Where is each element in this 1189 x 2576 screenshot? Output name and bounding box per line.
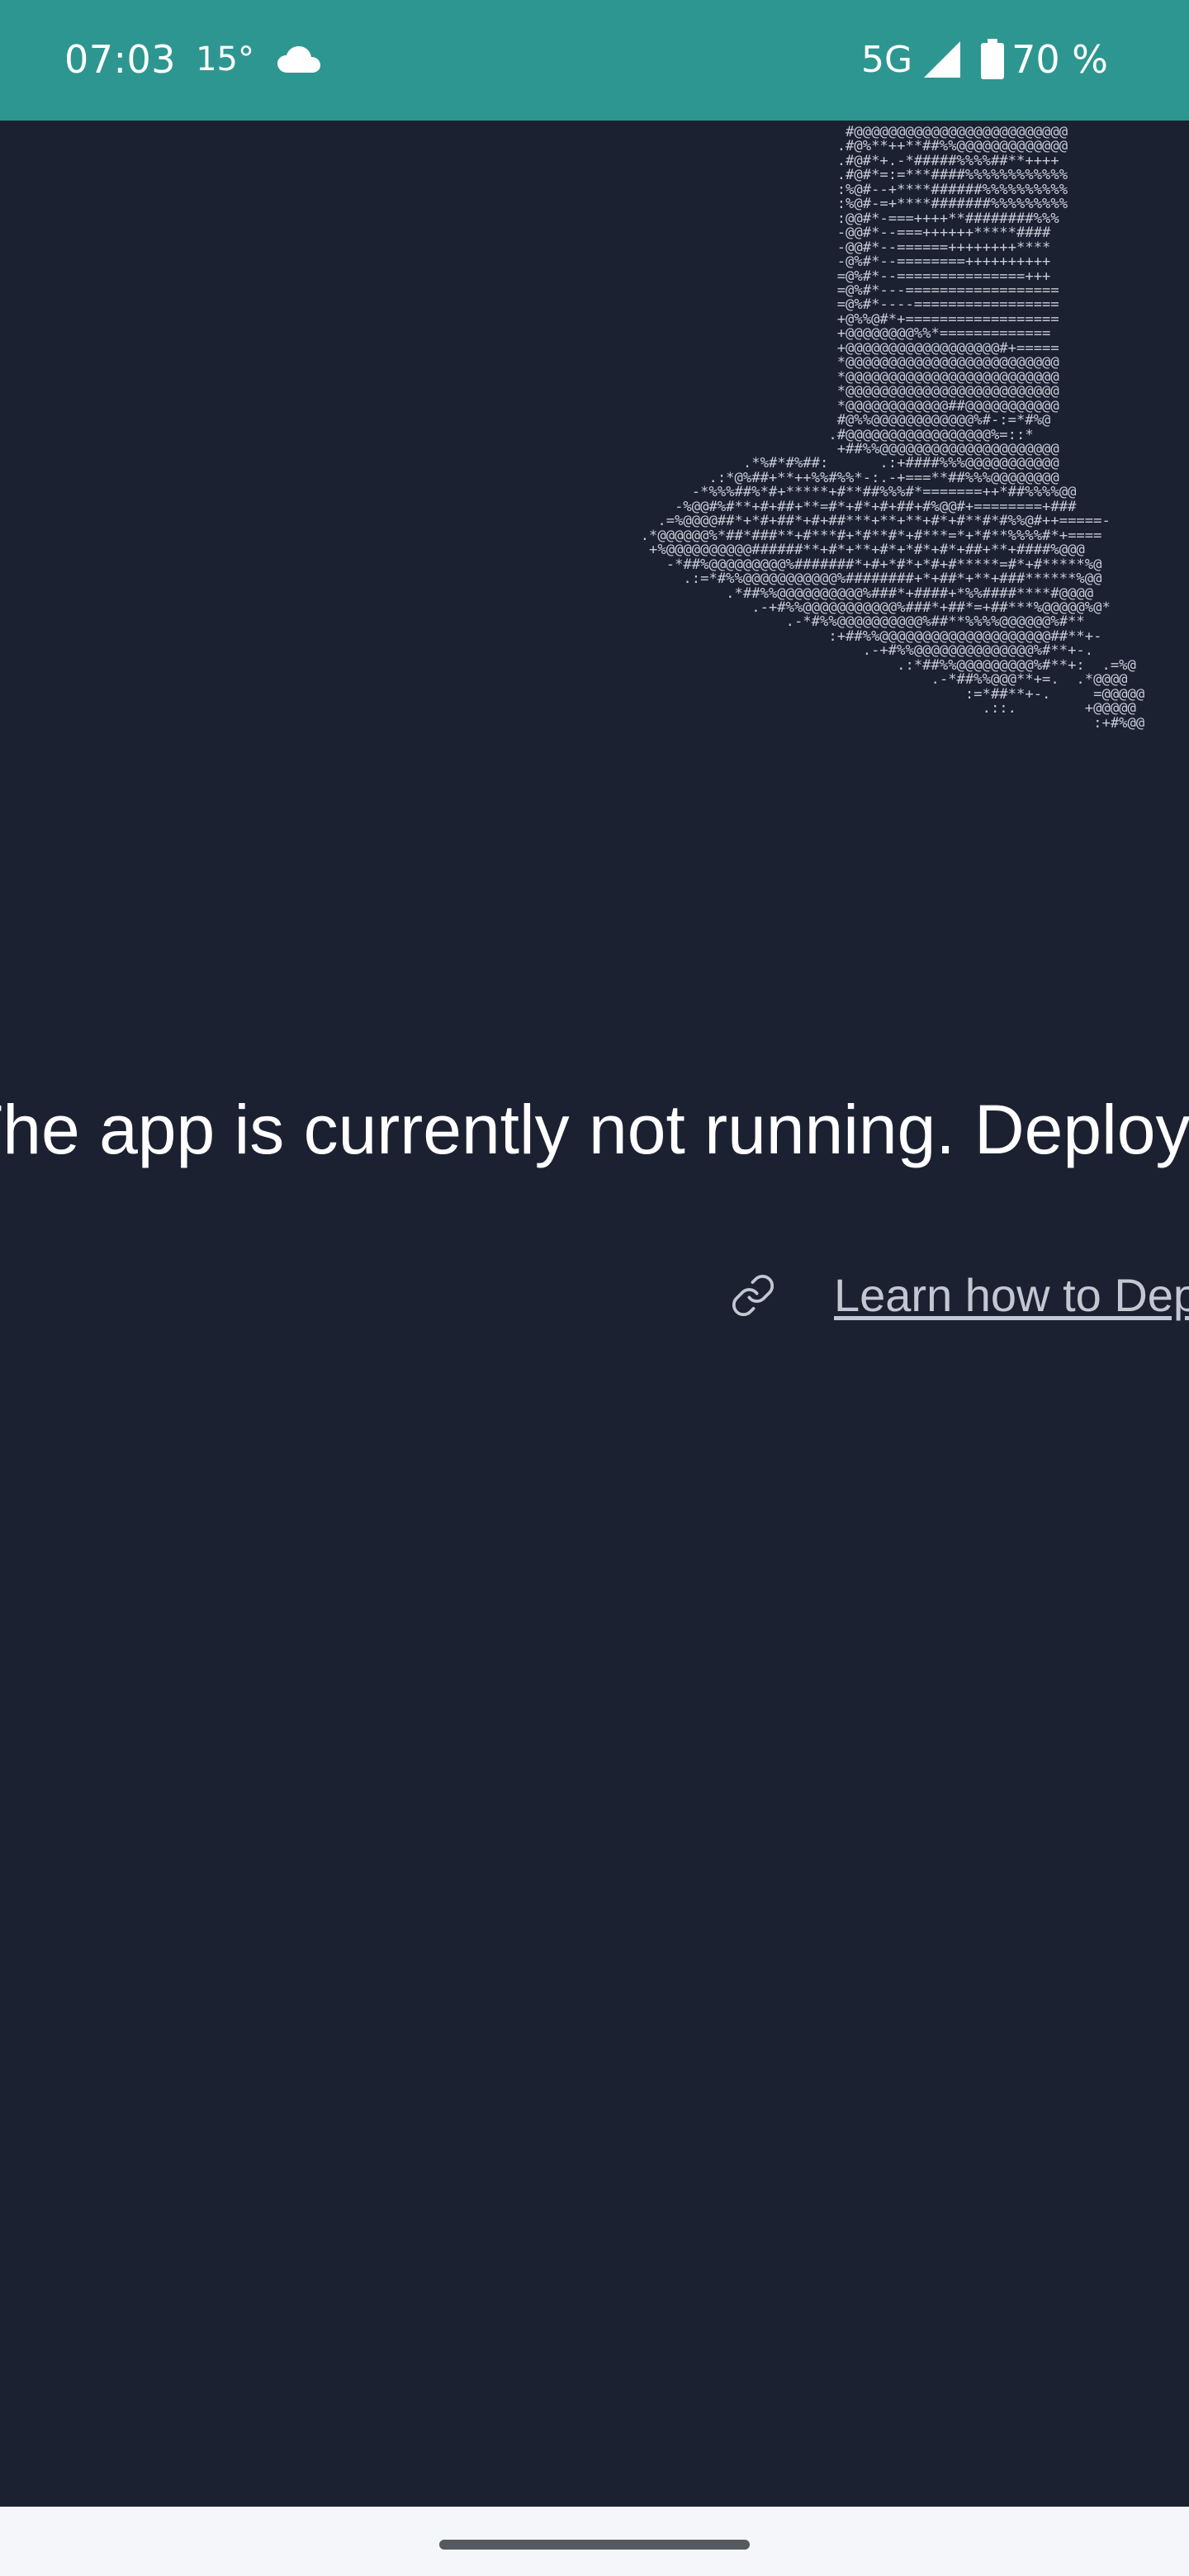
battery-icon	[980, 39, 1005, 80]
ascii-art-container: #@@@@@@@@@@@@@@@@@@@@@@@@@ .#@%**++**##%…	[0, 121, 1189, 996]
battery-percentage: 70 %	[1011, 37, 1108, 82]
learn-deploy-link[interactable]: Learn how to Deploy	[730, 1268, 1189, 1322]
link-icon	[730, 1272, 776, 1319]
gesture-handle[interactable]	[439, 2540, 750, 2550]
message-container: The app is currently not running. Deploy…	[0, 1073, 1189, 1189]
status-bar-left: 07:03 15°	[64, 35, 322, 84]
status-time: 07:03	[64, 37, 177, 82]
app-not-running-message: The app is currently not running. Deploy…	[0, 1091, 1189, 1168]
link-container: Learn how to Deploy	[0, 1263, 1189, 1346]
learn-deploy-link-text[interactable]: Learn how to Deploy	[834, 1268, 1189, 1322]
network-type: 5G	[861, 38, 913, 81]
cloud-icon	[276, 45, 322, 74]
status-bar-right: 5G 70 %	[861, 35, 1108, 84]
status-temperature: 15°	[196, 40, 254, 78]
signal-icon	[922, 40, 962, 79]
navigation-bar	[0, 2507, 1189, 2576]
ascii-art-logo: #@@@@@@@@@@@@@@@@@@@@@@@@@ .#@%**++**##%…	[640, 124, 1145, 732]
status-bar: 07:03 15° 5G 70 %	[0, 0, 1189, 121]
